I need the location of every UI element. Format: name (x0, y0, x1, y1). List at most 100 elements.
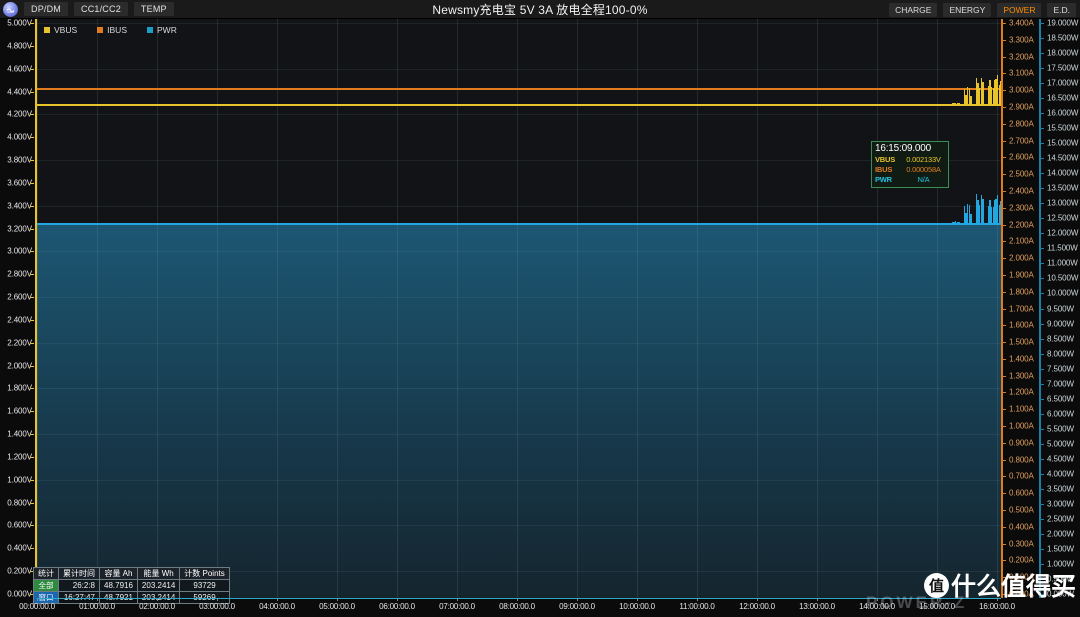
time-tick-mark (457, 598, 458, 601)
tab-temp[interactable]: TEMP (133, 2, 174, 16)
current-tick-label: 1.400A (1009, 354, 1034, 364)
voltage-tick-label: 2.600V (7, 292, 32, 302)
tab-dp-dm[interactable]: DP/DM (24, 2, 68, 16)
current-axis: 3.400A 3.300A 3.200A 3.100A 3.000A 2.900A 2.80… (1002, 18, 1038, 599)
current-tick-label: 0.600A (1009, 488, 1034, 498)
power-tick-label: 12.000W (1047, 228, 1079, 238)
col-elapsed: 累计时间 (58, 567, 100, 580)
tab-charge[interactable]: CHARGE (889, 2, 938, 17)
time-axis-line (37, 598, 1001, 599)
power-tick-label: 17.500W (1047, 63, 1079, 73)
current-tick-label: 1.500A (1009, 337, 1034, 347)
trace-pwr-spikes (37, 19, 1001, 598)
current-tick-label: 2.400A (1009, 186, 1034, 196)
readout-row-ibus: IBUS 0.000058A (875, 165, 945, 175)
power-tick-label: 7.500W (1047, 364, 1074, 374)
time-tick-label: 10:00:00.0 (619, 602, 655, 611)
time-tick-mark (277, 598, 278, 601)
power-tick-label: 4.000W (1047, 469, 1074, 479)
time-tick-label: 06:00:00.0 (379, 602, 415, 611)
voltage-tick-mark (30, 479, 34, 481)
voltage-tick-mark (30, 251, 34, 253)
voltage-tick-mark (30, 502, 34, 504)
power-tick-label: 8.500W (1047, 334, 1074, 344)
time-tick-mark (637, 598, 638, 601)
current-tick-label: 2.700A (1009, 136, 1034, 146)
current-tick-label: 1.000A (1009, 421, 1034, 431)
current-tick-label: 2.300A (1009, 203, 1034, 213)
voltage-tick-label: 1.200V (7, 452, 32, 462)
voltage-tick-mark (30, 91, 34, 93)
current-tick-label: 2.100A (1009, 236, 1034, 246)
time-tick-label: 02:00:00.0 (139, 602, 175, 611)
current-tick-label: 3.300A (1009, 35, 1034, 45)
power-tick-label: 11.000W (1047, 258, 1078, 268)
power-tick-label: 9.500W (1047, 304, 1074, 313)
voltage-tick-label: 5.000V (7, 18, 32, 28)
power-tick-label: 18.000W (1047, 48, 1079, 58)
row-all-capacity: 48.7916 (99, 579, 138, 592)
table-header-row: 统计 累计时间 容量 Ah 能量 Wh 计数 Points (33, 567, 230, 580)
current-tick-label: 1.600A (1009, 320, 1034, 330)
tab-power[interactable]: POWER (997, 2, 1042, 17)
trace-spike (982, 198, 984, 224)
voltage-tick-mark (30, 456, 34, 458)
voltage-tick-label: 3.400V (7, 201, 32, 211)
time-tick-label: 13:00:00.0 (799, 602, 835, 611)
power-tick-label: 2.500W (1047, 514, 1074, 524)
readout-key-ibus: IBUS (875, 165, 893, 174)
power-tick-label: 10.500W (1047, 273, 1079, 283)
voltage-tick-label: 4.000V (7, 132, 32, 142)
time-tick-label: 05:00:00.0 (319, 602, 355, 611)
voltage-tick-label: 1.400V (7, 429, 32, 439)
current-tick-label: 3.400A (1009, 18, 1034, 28)
chart-area[interactable]: 5.000V 4.800V 4.600V 4.400V 4.200V 4.000V 3.80… (0, 19, 1080, 617)
voltage-tick-label: 4.200V (7, 109, 32, 119)
power-tick-label: 13.000W (1047, 198, 1079, 208)
time-tick-mark (817, 598, 818, 601)
time-tick-label: 04:00:00.0 (259, 602, 295, 611)
voltage-tick-label: 0.800V (7, 498, 32, 508)
legend-item-ibus: IBUS (97, 25, 127, 35)
power-tick-label: 14.000W (1047, 168, 1079, 178)
voltage-tick-mark (30, 45, 34, 47)
time-tick-mark (757, 598, 758, 601)
smzdm-watermark: 值 什么值得买 (923, 567, 1076, 603)
time-tick-mark (337, 598, 338, 601)
power-tick-label: 5.000W (1047, 439, 1074, 449)
col-points: 计数 Points (179, 567, 230, 580)
tab-cc1-cc2[interactable]: CC1/CC2 (74, 2, 128, 16)
voltage-tick-mark (30, 160, 34, 162)
wave-icon[interactable] (3, 1, 18, 17)
row-all-time: 26:2:8 (58, 579, 100, 592)
time-tick-mark (517, 598, 518, 601)
row-all-points: 93729 (179, 579, 230, 592)
current-tick-label: 1.900A (1009, 270, 1034, 280)
current-tick-label: 1.300A (1009, 371, 1034, 381)
plot-canvas[interactable]: VBUS IBUS PWR (37, 19, 1001, 598)
time-tick-mark (37, 598, 38, 601)
tab-ed[interactable]: E.D. (1047, 2, 1076, 17)
current-tick-label: 3.200A (1009, 52, 1034, 62)
tab-energy[interactable]: ENERGY (943, 2, 992, 17)
smzdm-mark: 值 (923, 572, 949, 598)
current-tick-label: 0.200A (1009, 555, 1034, 565)
voltage-tick-mark (30, 434, 34, 436)
col-energy: 能量 Wh (136, 567, 181, 580)
voltage-tick-label: 3.600V (7, 178, 32, 188)
power-tick-label: 15.000W (1047, 138, 1079, 148)
legend-label-vbus: VBUS (54, 25, 78, 35)
power-tick-label: 6.500W (1047, 394, 1074, 404)
readout-key-vbus: VBUS (875, 155, 896, 164)
time-tick-label: 07:00:00.0 (439, 602, 475, 611)
power-tick-label: 17.000W (1047, 78, 1079, 88)
voltage-tick-mark (30, 23, 34, 24)
current-tick-label: 3.100A (1009, 68, 1034, 78)
power-tick-label: 5.500W (1047, 424, 1074, 434)
voltage-tick-mark (30, 228, 34, 230)
current-tick-label: 0.400A (1009, 522, 1034, 532)
current-tick-label: 0.500A (1009, 505, 1034, 515)
title-bar: DP/DM CC1/CC2 TEMP Newsmy充电宝 5V 3A 放电全程1… (0, 0, 1080, 19)
power-axis-line (1039, 19, 1041, 598)
voltage-tick-label: 2.800V (7, 269, 32, 279)
